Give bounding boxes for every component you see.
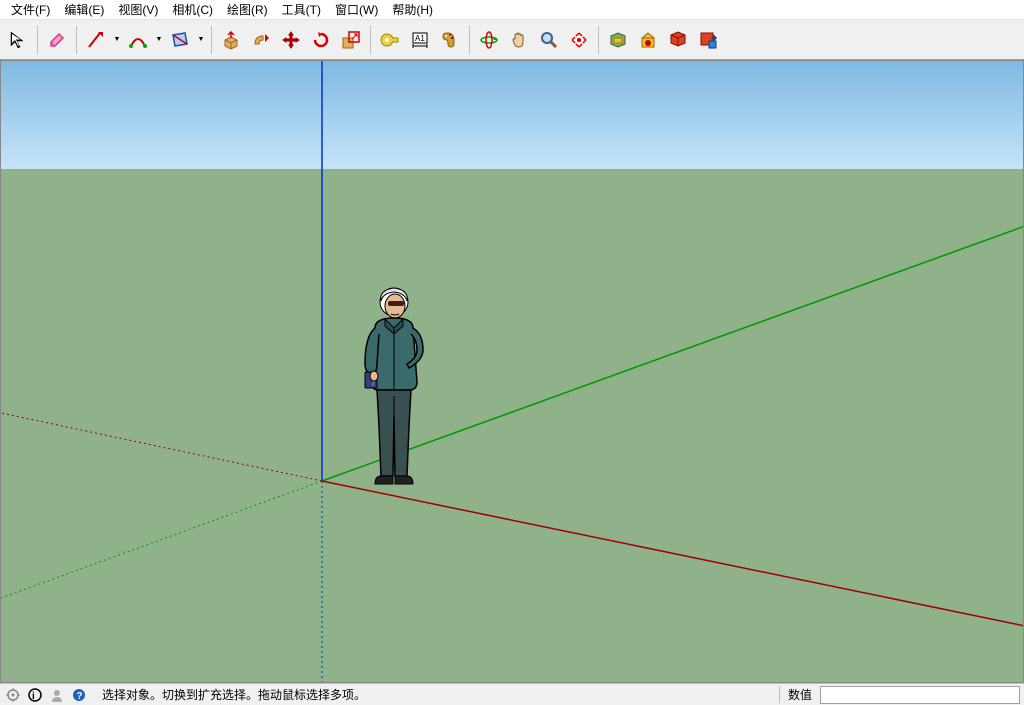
- menu-help[interactable]: 帮助(H): [385, 0, 440, 20]
- dimension-tool[interactable]: A1: [406, 26, 434, 54]
- line-dropdown[interactable]: ▼: [112, 36, 122, 43]
- shape-dropdown[interactable]: ▼: [196, 36, 206, 43]
- credits-icon[interactable]: i: [26, 686, 44, 704]
- toolbar: ▼ ▼ ▼ A1: [0, 20, 1024, 60]
- separator: [370, 26, 371, 54]
- measurement-label: 数值: [779, 686, 820, 703]
- menu-file[interactable]: 文件(F): [4, 0, 57, 20]
- eraser-tool[interactable]: [43, 26, 71, 54]
- zoom-extents-tool[interactable]: [565, 26, 593, 54]
- pan-tool[interactable]: [505, 26, 533, 54]
- section-tool[interactable]: [604, 26, 632, 54]
- measurement-input[interactable]: [820, 686, 1020, 704]
- rectangle-tool[interactable]: [166, 26, 194, 54]
- extension-tool[interactable]: [664, 26, 692, 54]
- menu-view[interactable]: 视图(V): [111, 0, 165, 20]
- axes-overlay: [1, 61, 1024, 683]
- arc-dropdown[interactable]: ▼: [154, 36, 164, 43]
- svg-text:?: ?: [77, 691, 83, 702]
- menu-bar: 文件(F) 编辑(E) 视图(V) 相机(C) 绘图(R) 工具(T) 窗口(W…: [0, 0, 1024, 20]
- arc-tool[interactable]: [124, 26, 152, 54]
- paint-tool[interactable]: [436, 26, 464, 54]
- orbit-tool[interactable]: [475, 26, 503, 54]
- svg-text:A1: A1: [415, 34, 425, 43]
- select-tool[interactable]: [4, 26, 32, 54]
- separator: [469, 26, 470, 54]
- viewport-3d[interactable]: [0, 60, 1024, 683]
- menu-window[interactable]: 窗口(W): [328, 0, 385, 20]
- offset-tool[interactable]: [247, 26, 275, 54]
- export-tool[interactable]: [694, 26, 722, 54]
- scale-tool[interactable]: [337, 26, 365, 54]
- menu-edit[interactable]: 编辑(E): [57, 0, 111, 20]
- move-tool[interactable]: [277, 26, 305, 54]
- help-icon[interactable]: ?: [70, 686, 88, 704]
- profile-icon[interactable]: [48, 686, 66, 704]
- menu-draw[interactable]: 绘图(R): [220, 0, 275, 20]
- zoom-tool[interactable]: [535, 26, 563, 54]
- separator: [211, 26, 212, 54]
- geo-location-icon[interactable]: [4, 686, 22, 704]
- separator: [37, 26, 38, 54]
- status-hint: 选择对象。切换到扩充选择。拖动鼠标选择多项。: [92, 686, 779, 703]
- pushpull-tool[interactable]: [217, 26, 245, 54]
- menu-tools[interactable]: 工具(T): [275, 0, 328, 20]
- separator: [598, 26, 599, 54]
- scale-figure[interactable]: [351, 286, 451, 496]
- svg-text:i: i: [32, 691, 35, 702]
- menu-camera[interactable]: 相机(C): [165, 0, 220, 20]
- separator: [76, 26, 77, 54]
- tape-tool[interactable]: [376, 26, 404, 54]
- line-tool[interactable]: [82, 26, 110, 54]
- status-bar: i ? 选择对象。切换到扩充选择。拖动鼠标选择多项。 数值: [0, 683, 1024, 705]
- rotate-tool[interactable]: [307, 26, 335, 54]
- warehouse-tool[interactable]: [634, 26, 662, 54]
